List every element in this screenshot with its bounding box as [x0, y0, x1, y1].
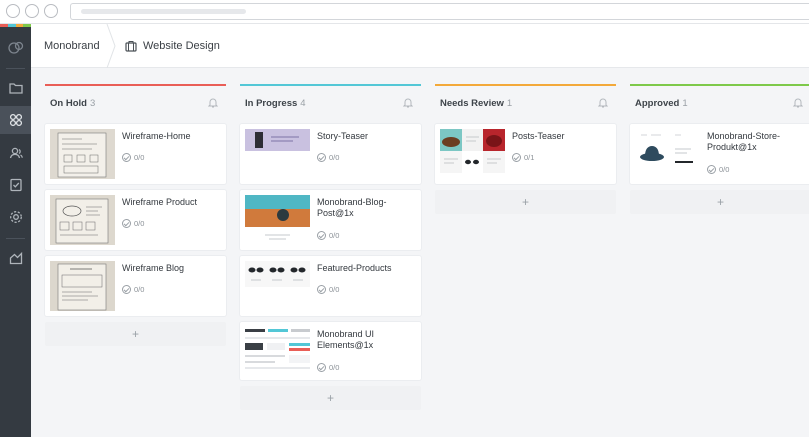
checklist-icon [317, 153, 326, 162]
users-icon[interactable] [0, 139, 31, 167]
checklist-icon [122, 219, 131, 228]
column-needs-review: Needs Review 1 Posts-Teaser 0/1 + [435, 84, 616, 214]
column-title-text: On Hold [50, 98, 87, 109]
card-checklist: 0/0 [122, 285, 144, 294]
board-icon[interactable] [0, 106, 31, 134]
card-title: Wireframe Product [122, 197, 198, 207]
card-thumbnail [50, 195, 115, 245]
breadcrumb-separator-icon [106, 24, 116, 68]
card-monobrand-store-produkt[interactable]: Monobrand-Store-Produkt@1x 0/0 [630, 124, 809, 184]
add-card-button[interactable]: + [435, 190, 616, 214]
bell-icon[interactable] [208, 97, 218, 108]
page-header: Monobrand Website Design [31, 24, 809, 68]
checklist-count: 0/0 [134, 219, 145, 228]
card-wireframe-product[interactable]: Wireframe Product 0/0 [45, 190, 226, 250]
column-in-progress: In Progress 4 Story-Teaser 0/0 Monobrand-… [240, 84, 421, 414]
checklist-count: 0/0 [134, 285, 145, 294]
card-checklist: 0/0 [317, 153, 339, 162]
column-title: On Hold 3 [50, 98, 95, 109]
checklist-count: 0/0 [329, 363, 340, 372]
checklist-icon [317, 363, 326, 372]
checklist-icon [707, 165, 716, 174]
card-checklist: 0/0 [122, 153, 144, 162]
column-title-text: In Progress [245, 98, 298, 109]
card-posts-teaser[interactable]: Posts-Teaser 0/1 [435, 124, 616, 184]
checklist-count: 0/0 [329, 285, 340, 294]
checklist-icon [317, 285, 326, 294]
bell-icon[interactable] [598, 97, 608, 108]
card-thumbnail [245, 327, 310, 375]
card-thumbnail [50, 261, 115, 311]
card-checklist: 0/1 [512, 153, 534, 162]
card-thumbnail [245, 129, 310, 151]
checklist-icon [122, 153, 131, 162]
column-title-text: Needs Review [440, 98, 504, 109]
add-card-button[interactable]: + [45, 322, 226, 346]
card-title: Featured-Products [317, 263, 392, 273]
add-card-button[interactable]: + [240, 386, 421, 410]
card-wireframe-blog[interactable]: Wireframe Blog 0/0 [45, 256, 226, 316]
brand-accent-stripe [0, 24, 31, 27]
card-thumbnail [50, 129, 115, 179]
checklist-count: 0/0 [134, 153, 145, 162]
card-checklist: 0/0 [122, 219, 144, 228]
column-title-text: Approved [635, 98, 680, 109]
close-window-button[interactable] [6, 4, 20, 18]
column-count: 4 [300, 98, 306, 109]
card-story-teaser[interactable]: Story-Teaser 0/0 [240, 124, 421, 184]
card-thumbnail [635, 129, 700, 173]
settings-icon[interactable] [0, 203, 31, 231]
column-title: Needs Review 1 [440, 98, 512, 109]
card-featured-products[interactable]: Featured-Products 0/0 [240, 256, 421, 316]
card-title: Monobrand UI Elements@1x [317, 329, 375, 350]
card-monobrand-blog-post[interactable]: Monobrand-Blog-Post@1x 0/0 [240, 190, 421, 250]
checklist-icon [122, 285, 131, 294]
card-title: Wireframe Blog [122, 263, 185, 273]
logo-icon[interactable] [0, 34, 31, 62]
card-checklist: 0/0 [317, 363, 339, 372]
checklist-icon [317, 231, 326, 240]
project-icon [125, 41, 137, 52]
column-approved: Approved 1 Monobrand-Store-Produkt@1x 0/0… [630, 84, 809, 214]
checklist-count: 0/0 [719, 165, 730, 174]
checklist-icon[interactable] [0, 171, 31, 199]
add-card-button[interactable]: + [630, 190, 809, 214]
bell-icon[interactable] [403, 97, 413, 108]
address-bar[interactable] [70, 3, 809, 20]
browser-toolbar [0, 0, 809, 24]
sidebar [0, 24, 31, 437]
column-on-hold: On Hold 3 Wireframe-Home 0/0 Wireframe Pr… [45, 84, 226, 354]
card-title: Monobrand-Blog-Post@1x [317, 197, 387, 218]
reports-icon[interactable] [0, 244, 31, 272]
breadcrumb-workspace[interactable]: Monobrand [44, 24, 100, 68]
card-title: Wireframe-Home [122, 131, 191, 141]
card-thumbnail [440, 129, 505, 173]
bell-icon[interactable] [793, 97, 803, 108]
breadcrumb-project[interactable]: Website Design [143, 24, 220, 68]
minimize-window-button[interactable] [25, 4, 39, 18]
card-checklist: 0/0 [317, 285, 339, 294]
card-title: Story-Teaser [317, 131, 369, 141]
folder-icon[interactable] [0, 74, 31, 102]
column-count: 1 [682, 98, 688, 109]
card-wireframe-home[interactable]: Wireframe-Home 0/0 [45, 124, 226, 184]
card-checklist: 0/0 [707, 165, 729, 174]
maximize-window-button[interactable] [44, 4, 58, 18]
checklist-count: 0/1 [524, 153, 535, 162]
column-count: 1 [506, 98, 513, 109]
checklist-icon [512, 153, 521, 162]
column-title: In Progress 4 [245, 98, 306, 109]
column-title: Approved 1 [635, 98, 688, 109]
card-thumbnail [245, 261, 310, 287]
card-title: Monobrand-Store-Produkt@1x [707, 131, 781, 152]
card-thumbnail [245, 195, 310, 245]
column-count: 3 [89, 98, 96, 109]
card-monobrand-ui-elements[interactable]: Monobrand UI Elements@1x 0/0 [240, 322, 421, 380]
checklist-count: 0/0 [329, 231, 340, 240]
card-title: Posts-Teaser [512, 131, 565, 141]
card-checklist: 0/0 [317, 231, 339, 240]
checklist-count: 0/0 [329, 153, 340, 162]
